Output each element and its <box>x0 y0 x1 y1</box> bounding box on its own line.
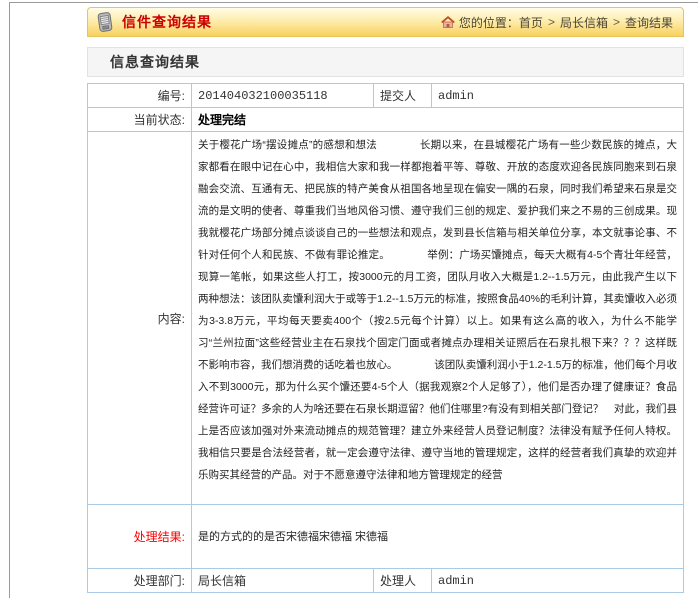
page-title: 信件查询结果 <box>122 12 212 32</box>
breadcrumb-link-mailbox[interactable]: 局长信箱 <box>560 14 608 31</box>
content-label: 内容: <box>88 132 192 505</box>
breadcrumb-separator: > <box>613 15 620 29</box>
section-title-bar: 信息查询结果 <box>87 47 684 77</box>
section-title: 信息查询结果 <box>110 54 200 70</box>
breadcrumb-link-home[interactable]: 首页 <box>519 14 543 31</box>
submitter-value: admin <box>432 84 684 108</box>
main-column: 信件查询结果 您的位置： 首页 > 局长信箱 > 查询结果 信息查询结果 <box>87 7 684 593</box>
number-label: 编号: <box>88 84 192 108</box>
content-value: 关于樱花广场“摆设摊点”的感想和想法 长期以来，在县城樱花广场有一些少数民族的摊… <box>198 134 677 502</box>
handler-value: admin <box>432 569 684 593</box>
home-icon <box>441 16 455 28</box>
header-bar: 信件查询结果 您的位置： 首页 > 局长信箱 > 查询结果 <box>87 7 684 37</box>
mail-icon <box>94 10 116 34</box>
content-cell: 关于樱花广场“摆设摊点”的感想和想法 长期以来，在县城樱花广场有一些少数民族的摊… <box>192 132 684 505</box>
breadcrumb-separator: > <box>548 15 555 29</box>
table-row: 处理结果: 是的方式的的是否宋德福宋德福 宋德福 <box>88 505 684 569</box>
result-value: 是的方式的的是否宋德福宋德福 宋德福 <box>198 527 677 547</box>
table-row: 编号: 201404032100035118 提交人 admin <box>88 84 684 108</box>
table-row: 处理部门: 局长信箱 处理人 admin <box>88 569 684 593</box>
result-label: 处理结果: <box>88 505 192 569</box>
breadcrumb-prefix: 您的位置： <box>459 14 519 31</box>
table-row: 内容: 关于樱花广场“摆设摊点”的感想和想法 长期以来，在县城樱花广场有一些少数… <box>88 132 684 505</box>
table-row: 当前状态: 处理完结 <box>88 108 684 132</box>
handler-label: 处理人 <box>374 569 432 593</box>
number-value: 201404032100035118 <box>192 84 374 108</box>
department-value: 局长信箱 <box>192 569 374 593</box>
department-label: 处理部门: <box>88 569 192 593</box>
result-cell: 是的方式的的是否宋德福宋德福 宋德福 <box>192 505 684 569</box>
status-value: 处理完结 <box>192 108 684 132</box>
letter-detail-table: 编号: 201404032100035118 提交人 admin 当前状态: 处… <box>87 83 684 593</box>
breadcrumb-link-query-result[interactable]: 查询结果 <box>625 14 673 31</box>
breadcrumb: 您的位置： 首页 > 局长信箱 > 查询结果 <box>441 14 673 31</box>
submitter-label: 提交人 <box>374 84 432 108</box>
status-label: 当前状态: <box>88 108 192 132</box>
